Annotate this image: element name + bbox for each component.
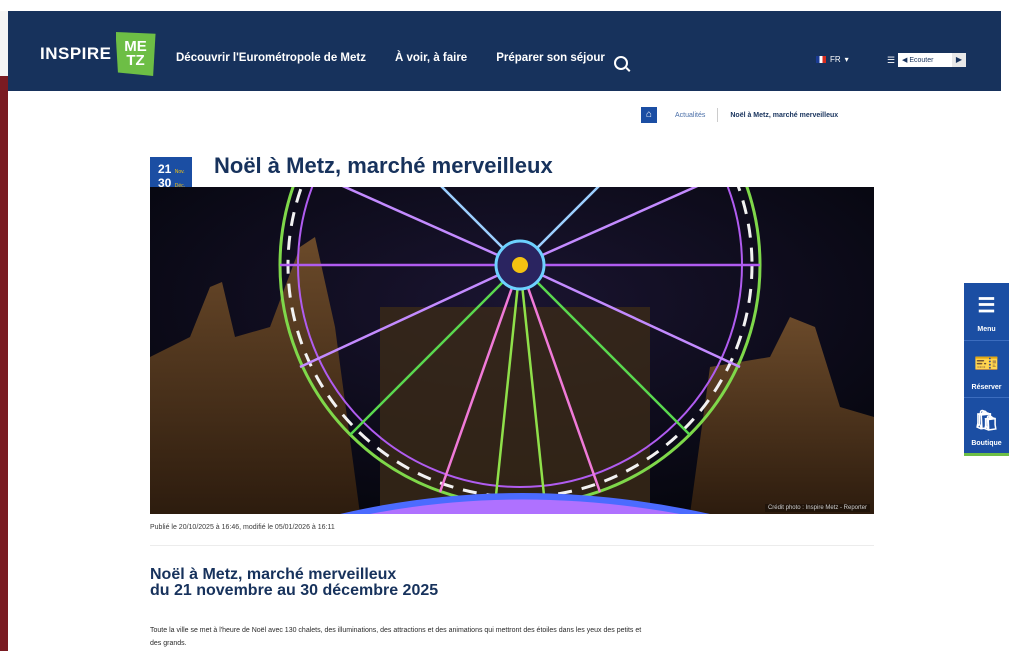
article-subtitle: Noël à Metz, marché merveilleux du 21 no… bbox=[150, 566, 439, 599]
divider bbox=[150, 545, 874, 546]
main-nav: Découvrir l'Eurométropole de Metz À voir… bbox=[176, 52, 605, 64]
breadcrumb-item-current: Noël à Metz, marché merveilleux bbox=[730, 111, 839, 119]
language-code: FR bbox=[830, 55, 841, 64]
chevron-down-icon: ▾ bbox=[844, 55, 849, 64]
sidebar-shop-button[interactable]: 🛍 Boutique bbox=[964, 397, 1009, 456]
ferris-wheel-illustration bbox=[150, 187, 874, 514]
nav-item-see-do[interactable]: À voir, à faire bbox=[395, 52, 467, 64]
home-icon[interactable]: ⌂ bbox=[641, 107, 657, 123]
left-accent-bar bbox=[0, 76, 8, 651]
listen-widget[interactable]: ☰ ◀ Ecouter ▶ bbox=[884, 53, 966, 67]
nav-item-discover[interactable]: Découvrir l'Eurométropole de Metz bbox=[176, 52, 366, 64]
shopping-bag-icon: 🛍 bbox=[973, 410, 1000, 432]
logo-badge-bottom: TZ bbox=[126, 52, 145, 69]
sidebar-menu-button[interactable]: ☰ Menu bbox=[964, 283, 1009, 339]
breadcrumb-separator bbox=[717, 108, 719, 122]
breadcrumb-item-news[interactable]: Actualités bbox=[675, 112, 705, 119]
site-header: INSPIRE ME TZ Découvrir l'Eurométropole … bbox=[8, 11, 1001, 91]
hero-image: Crédit photo : Inspire Metz - Reporter bbox=[150, 187, 874, 514]
ticket-icon: 🎫 bbox=[974, 353, 999, 375]
flag-icon bbox=[816, 56, 826, 63]
logo-badge: ME TZ bbox=[115, 32, 156, 76]
publish-info: Publié le 20/10/2025 à 16:46, modifié le… bbox=[150, 524, 335, 531]
page-title: Noël à Metz, marché merveilleux bbox=[214, 153, 553, 178]
top-strip bbox=[0, 0, 1009, 11]
article-intro: Toute la ville se met à l'heure de Noël … bbox=[150, 627, 642, 647]
nav-item-prepare[interactable]: Préparer son séjour bbox=[496, 52, 605, 64]
play-icon[interactable]: ▶ bbox=[952, 53, 966, 67]
listen-button[interactable]: ◀ Ecouter bbox=[898, 56, 952, 64]
sidebar-book-button[interactable]: 🎫 Réserver bbox=[964, 340, 1009, 397]
logo-text: INSPIRE bbox=[40, 44, 112, 63]
floating-sidebar: ☰ Menu 🎫 Réserver 🛍 Boutique bbox=[964, 283, 1009, 456]
breadcrumb: ⌂ Actualités Noël à Metz, marché merveil… bbox=[641, 107, 838, 123]
search-icon[interactable] bbox=[614, 56, 628, 70]
language-selector[interactable]: FR ▾ bbox=[816, 55, 849, 64]
photo-credit: Crédit photo : Inspire Metz - Reporter bbox=[764, 504, 870, 512]
hamburger-icon: ☰ bbox=[977, 295, 996, 317]
site-logo[interactable]: INSPIRE ME TZ bbox=[40, 32, 156, 76]
menu-icon[interactable]: ☰ bbox=[884, 53, 898, 67]
